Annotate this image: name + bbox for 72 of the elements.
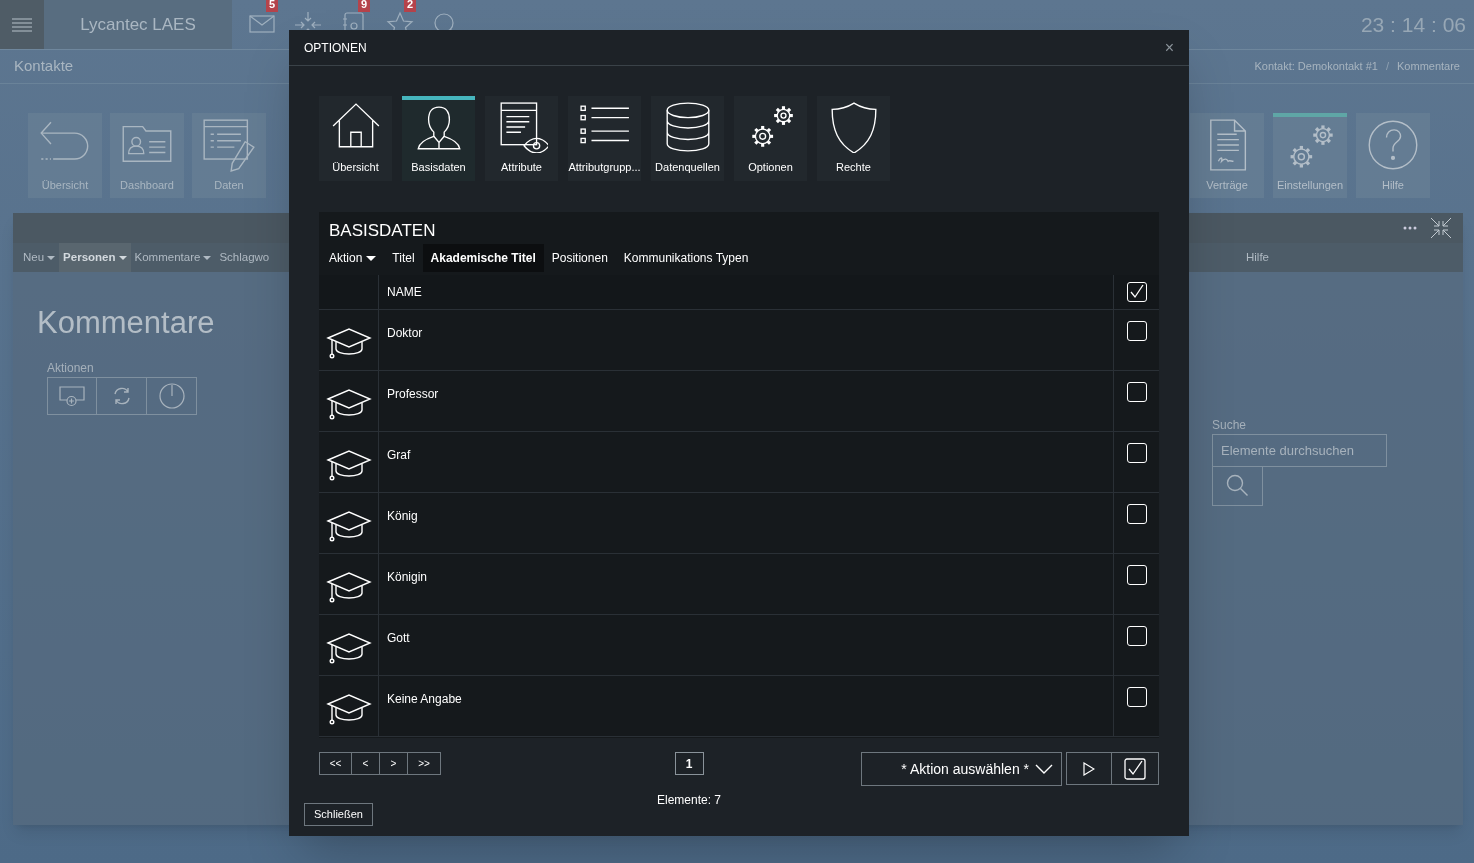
chevron-down-icon [1035,764,1053,774]
checkbox[interactable] [1126,504,1147,524]
notification-badge: 2 [404,0,417,12]
menu-item[interactable]: Personen [59,243,131,272]
section-heading: Kommentare [37,304,215,342]
checkbox[interactable] [1126,382,1147,402]
notification-badge: 9 [358,0,371,12]
checkbox[interactable] [1126,565,1147,585]
tab[interactable]: Attributgrupp... [568,96,641,181]
search-field[interactable]: Elemente durchsuchen [1212,434,1387,467]
table-cell: Graf [387,448,411,462]
checkbox[interactable] [1126,321,1147,341]
element-count: Elemente: 7 [657,792,722,809]
tab[interactable]: Optionen [734,96,807,181]
app-title: Lycantec LAES [80,13,196,36]
more-icon[interactable] [1403,226,1417,230]
close-dialog-button[interactable]: Schließen [304,803,373,826]
section-title: BASISDATEN [328,220,437,242]
search-label: Suche [1212,417,1248,434]
menu-item[interactable]: Neu [19,243,60,272]
breadcrumb-separator: / [1385,59,1389,75]
table-cell: König [387,509,418,523]
menu-item[interactable]: Kommentare [130,243,216,272]
subnav-tab[interactable]: Aktion [321,244,385,272]
action-select[interactable]: * Aktion auswählen * [861,752,1062,786]
notification-badge: 5 [266,0,279,12]
checkbox[interactable] [1126,687,1147,707]
refresh-icon [111,385,132,406]
clock: 23 : 14 : 06 [1360,11,1466,38]
checkbox-icon [1124,757,1146,780]
tab[interactable]: Übersicht [319,96,392,181]
caret-icon [118,255,127,260]
menu-icon [12,17,32,32]
pager-button[interactable]: << [319,752,352,775]
actions-label: Aktionen [47,359,95,377]
collapse-icon[interactable] [1431,218,1451,238]
subnav-tab[interactable]: Titel [384,244,423,272]
menu-item[interactable]: Schlagwo [215,243,274,272]
page-number[interactable]: 1 [674,752,704,775]
page-title: Kontakte [14,56,74,77]
dialog-title: OPTIONEN [304,39,367,57]
add-screen-icon [58,384,86,407]
subnav-tab[interactable]: Kommunikations Typen [615,244,757,272]
caret-icon [203,255,212,260]
pager-button[interactable]: < [352,752,380,775]
tab[interactable]: Basisdaten [402,96,475,181]
play-icon [1083,761,1095,776]
column-header: NAME [387,284,422,301]
search-icon [1225,474,1250,498]
table-cell: Professor [387,387,439,401]
pager-button[interactable]: >> [408,752,441,775]
pager-button[interactable]: > [380,752,408,775]
tab[interactable]: Datenquellen [651,96,724,181]
table-cell: Doktor [387,326,423,340]
run-button[interactable] [1066,752,1112,785]
tab[interactable]: Attribute [485,96,558,181]
caret-icon [366,255,377,261]
caret-icon [47,255,56,260]
edit-form-icon [202,117,256,172]
subnav-tab[interactable]: Akademische Titel [422,244,544,272]
checkbox[interactable] [1126,443,1147,463]
checkbox[interactable] [1126,282,1147,302]
checkbox[interactable] [1126,626,1147,646]
tab[interactable]: Rechte [817,96,890,181]
subnav-tab[interactable]: Positionen [543,244,616,272]
menu-item[interactable]: Hilfe [1242,243,1273,272]
confirm-button[interactable] [1112,752,1159,785]
close-button[interactable]: × [1164,39,1174,56]
table-cell: Königin [387,570,428,584]
power-icon [157,381,186,410]
table-cell: Gott [387,631,410,645]
table-cell: Keine Angabe [387,692,462,706]
